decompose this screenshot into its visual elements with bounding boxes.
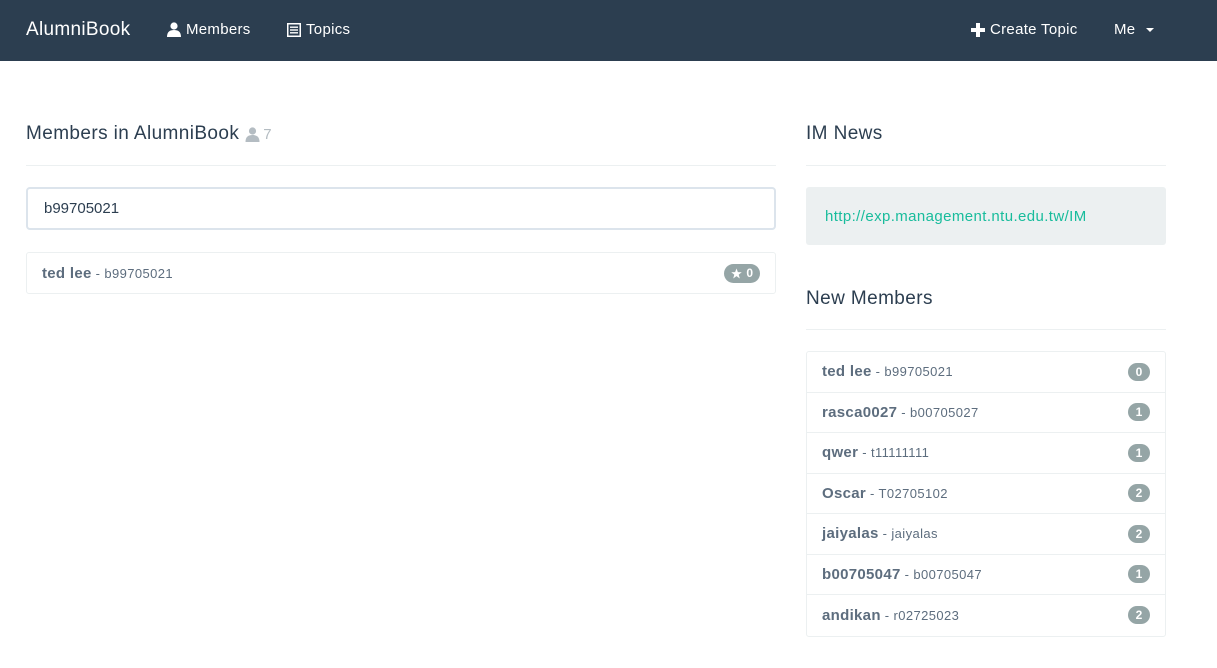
navbar: AlumniBook Members Topics Create Topic M… [0, 0, 1217, 61]
user-icon [245, 126, 260, 142]
member-name: ted lee [822, 363, 872, 381]
member-id: - b00705047 [904, 566, 983, 582]
result-name: ted lee [42, 264, 92, 282]
me-dropdown[interactable]: Me [1114, 21, 1155, 38]
nav-members[interactable]: Members [167, 21, 251, 38]
member-search-input[interactable] [26, 187, 776, 230]
user-icon [167, 22, 181, 37]
star-badge: 0 [724, 263, 760, 283]
nav-topics-label: Topics [306, 21, 351, 38]
news-panel: http://exp.management.ntu.edu.tw/IM [806, 187, 1166, 245]
member-name: Oscar [822, 484, 867, 502]
search-result-item[interactable]: ted lee - b99705021 0 [26, 252, 776, 294]
list-item[interactable]: b00705047 - b00705047 1 [807, 555, 1165, 595]
create-topic-label: Create Topic [990, 21, 1078, 38]
news-divider [806, 165, 1166, 166]
member-id: - b00705027 [901, 404, 979, 420]
count-badge: 0 [1128, 362, 1150, 381]
count-badge: 1 [1128, 565, 1150, 584]
member-name: jaiyalas [822, 525, 879, 543]
list-item[interactable]: rasca0027 - b00705027 1 [807, 393, 1165, 433]
brand-logo[interactable]: AlumniBook [26, 19, 130, 41]
count-badge: 2 [1128, 606, 1150, 625]
nav-topics[interactable]: Topics [287, 21, 350, 38]
members-title: Members in AlumniBook [26, 123, 240, 144]
member-id: - T02705102 [870, 485, 948, 501]
member-id: - r02725023 [884, 607, 960, 623]
nav-members-label: Members [186, 21, 251, 38]
new-members-divider [806, 329, 1166, 330]
members-section: Members in AlumniBook 7 [26, 121, 776, 147]
member-name: andikan [822, 606, 881, 624]
list-item[interactable]: andikan - r02725023 2 [807, 595, 1165, 636]
member-id: - jaiyalas [882, 526, 938, 542]
count-badge: 1 [1128, 443, 1150, 462]
list-item[interactable]: jaiyalas - jaiyalas 2 [807, 514, 1165, 555]
me-label: Me [1114, 21, 1136, 38]
caret-down-icon [1146, 27, 1155, 32]
member-name: qwer [822, 444, 859, 462]
members-heading: Members in AlumniBook 7 [26, 121, 776, 147]
create-topic-button[interactable]: Create Topic [971, 21, 1078, 38]
list-alt-icon [287, 22, 301, 37]
member-name: rasca0027 [822, 403, 898, 421]
members-divider [26, 165, 776, 166]
new-members-list: ted lee - b99705021 0 rasca0027 - b00705… [806, 351, 1166, 637]
member-count: 7 [245, 126, 272, 143]
star-icon [731, 267, 743, 278]
news-link[interactable]: http://exp.management.ntu.edu.tw/IM [825, 208, 1087, 225]
member-id: - t11111111 [862, 445, 930, 461]
new-members-title: New Members [806, 288, 933, 309]
count-badge: 2 [1128, 524, 1150, 543]
list-item[interactable]: Oscar - T02705102 2 [807, 474, 1165, 514]
list-item[interactable]: qwer - t11111111 1 [807, 433, 1165, 474]
count-badge: 2 [1128, 484, 1150, 503]
result-id: - b99705021 [95, 265, 174, 281]
im-news-title: IM News [806, 123, 883, 144]
plus-icon [971, 22, 985, 37]
member-name: b00705047 [822, 565, 901, 583]
member-id: - b99705021 [875, 364, 954, 380]
list-item[interactable]: ted lee - b99705021 0 [807, 352, 1165, 393]
star-count: 0 [746, 266, 753, 280]
member-count-value: 7 [263, 125, 273, 143]
count-badge: 1 [1128, 403, 1150, 422]
